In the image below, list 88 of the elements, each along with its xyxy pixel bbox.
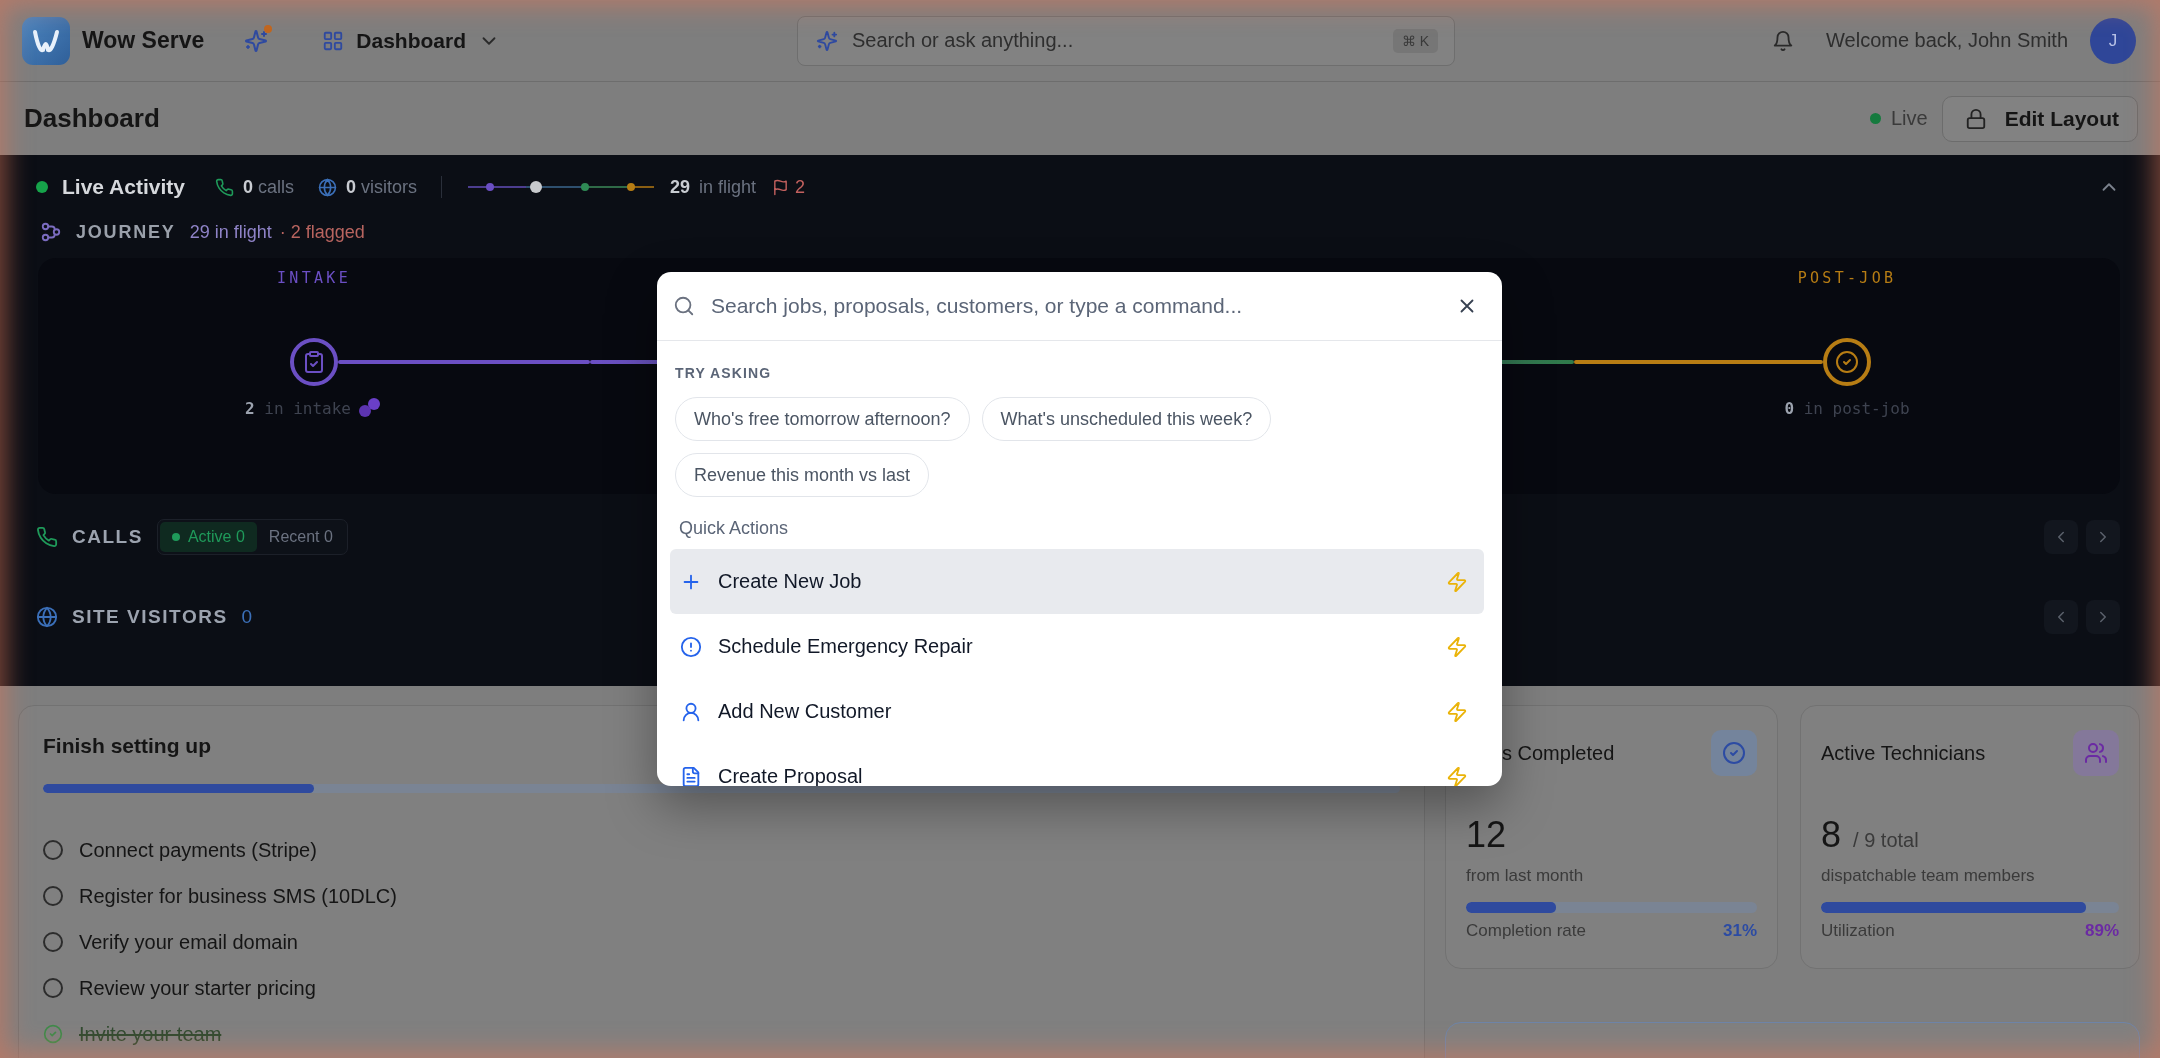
search-field[interactable]: Search or ask anything... ⌘ K xyxy=(797,15,1455,66)
stage-label: POST-JOB xyxy=(1797,269,1897,289)
stat-caption: dispatchable team members xyxy=(1821,866,2036,886)
task-label: Review your starter pricing xyxy=(79,976,316,1000)
stage-label: INTAKE xyxy=(277,269,351,289)
flag-icon xyxy=(772,178,790,196)
sparkle-icon xyxy=(816,29,838,52)
shortcut-hint: ⌘ K xyxy=(1392,28,1438,53)
command-search-field[interactable]: Search jobs, proposals, customers, or type a command... xyxy=(709,293,1442,319)
calls-tab[interactable]: Active 0 xyxy=(159,522,257,552)
visitors-count: 0 visitors xyxy=(345,176,417,198)
calls-tab[interactable]: Recent 0 xyxy=(256,522,345,552)
app-logo[interactable] xyxy=(22,16,70,65)
card-title: s Completed xyxy=(1502,742,1615,765)
phone-icon xyxy=(214,177,234,197)
meter-label: Completion rate xyxy=(1466,921,1586,941)
stat-caption: from last month xyxy=(1466,866,1585,886)
quick-action-item[interactable]: Add New Customer xyxy=(670,679,1484,744)
section-label: Quick Actions xyxy=(679,517,790,540)
clipboard-icon xyxy=(302,350,326,374)
user-avatar[interactable]: J xyxy=(2090,17,2136,64)
flagged-count: · 2 flagged xyxy=(279,221,365,243)
calls-label: CALLS xyxy=(72,526,143,548)
lightning-icon xyxy=(1446,570,1468,593)
ai-sparkle-icon[interactable] xyxy=(244,28,269,53)
sparkle-icon xyxy=(244,28,269,53)
lightning-icon xyxy=(1446,765,1468,786)
site-visitors-label: SITE VISITORS xyxy=(72,606,228,628)
dashboard-menu[interactable]: Dashboard xyxy=(322,28,500,53)
grid-icon xyxy=(322,29,345,52)
meter-reading: 89% xyxy=(2084,921,2119,941)
meter-reading: 31% xyxy=(1722,921,1757,941)
stage-node[interactable] xyxy=(290,338,338,386)
task-label: Register for business SMS (10DLC) xyxy=(79,884,397,908)
stage-count: 0 in post-job xyxy=(1784,398,1910,418)
quick-action-item[interactable]: Create New Job xyxy=(670,549,1484,614)
lightning-icon xyxy=(1446,700,1468,723)
notification-dot xyxy=(264,24,273,33)
in-flight-count: 29 in flight xyxy=(189,221,272,243)
check-circle-icon xyxy=(1722,741,1746,765)
meter-label: Utilization xyxy=(1821,921,1895,941)
alert-icon xyxy=(680,635,702,658)
checkbox[interactable] xyxy=(43,1024,63,1044)
stat-total: / 9 total xyxy=(1853,829,1919,852)
quick-action-item[interactable]: Schedule Emergency Repair xyxy=(670,614,1484,679)
stage-count: 2 in intake xyxy=(245,398,351,418)
route-icon xyxy=(40,221,62,243)
checkbox[interactable] xyxy=(43,978,63,998)
welcome-text: Welcome back, John Smith xyxy=(1826,29,2068,52)
task-label: Verify your email domain xyxy=(79,930,298,954)
stat-value: 12 xyxy=(1466,814,1507,856)
live-status: Live xyxy=(1890,107,1928,130)
in-flight-count: 29 in flight xyxy=(670,176,757,198)
stage-node[interactable] xyxy=(1823,338,1871,386)
checkbox[interactable] xyxy=(43,886,63,906)
suggestion-chip[interactable]: Revenue this month vs last xyxy=(675,453,930,497)
section-title: Live Activity xyxy=(62,175,185,199)
bell-icon[interactable] xyxy=(1772,29,1795,52)
section-label: TRY ASKING xyxy=(675,364,773,383)
status-dot xyxy=(1869,113,1881,124)
check-circle-icon xyxy=(1835,350,1859,374)
phone-icon xyxy=(36,526,58,548)
user-icon xyxy=(680,700,702,723)
task-label: Invite your team xyxy=(79,1022,222,1046)
task-label: Connect payments (Stripe) xyxy=(79,838,317,862)
lightning-icon xyxy=(1446,635,1468,658)
lock-icon xyxy=(1964,107,1987,130)
journey-label: JOURNEY xyxy=(76,221,176,243)
flag-count: 2 xyxy=(795,176,806,198)
visitors-count: 0 xyxy=(241,606,253,628)
checkbox[interactable] xyxy=(43,840,63,860)
card-title: Finish setting up xyxy=(43,733,212,759)
status-dot xyxy=(36,181,48,193)
token-dots-icon xyxy=(357,397,383,419)
page-title: Dashboard xyxy=(24,103,161,134)
edit-layout-button[interactable]: Edit Layout xyxy=(1941,95,2138,142)
document-icon xyxy=(680,765,702,786)
calls-count: 0 calls xyxy=(242,176,294,198)
search-icon xyxy=(673,295,695,317)
suggestion-chip[interactable]: What's unscheduled this week? xyxy=(981,397,1272,441)
card-title: Active Technicians xyxy=(1821,742,1986,765)
stat-value: 8 xyxy=(1821,814,1842,856)
globe-icon xyxy=(317,177,337,197)
suggestion-chip[interactable]: Who's free tomorrow afternoon? xyxy=(675,397,970,441)
users-icon xyxy=(2084,741,2108,765)
brand-name: Wow Serve xyxy=(82,27,205,54)
globe-icon xyxy=(36,606,58,628)
checkbox[interactable] xyxy=(43,932,63,952)
